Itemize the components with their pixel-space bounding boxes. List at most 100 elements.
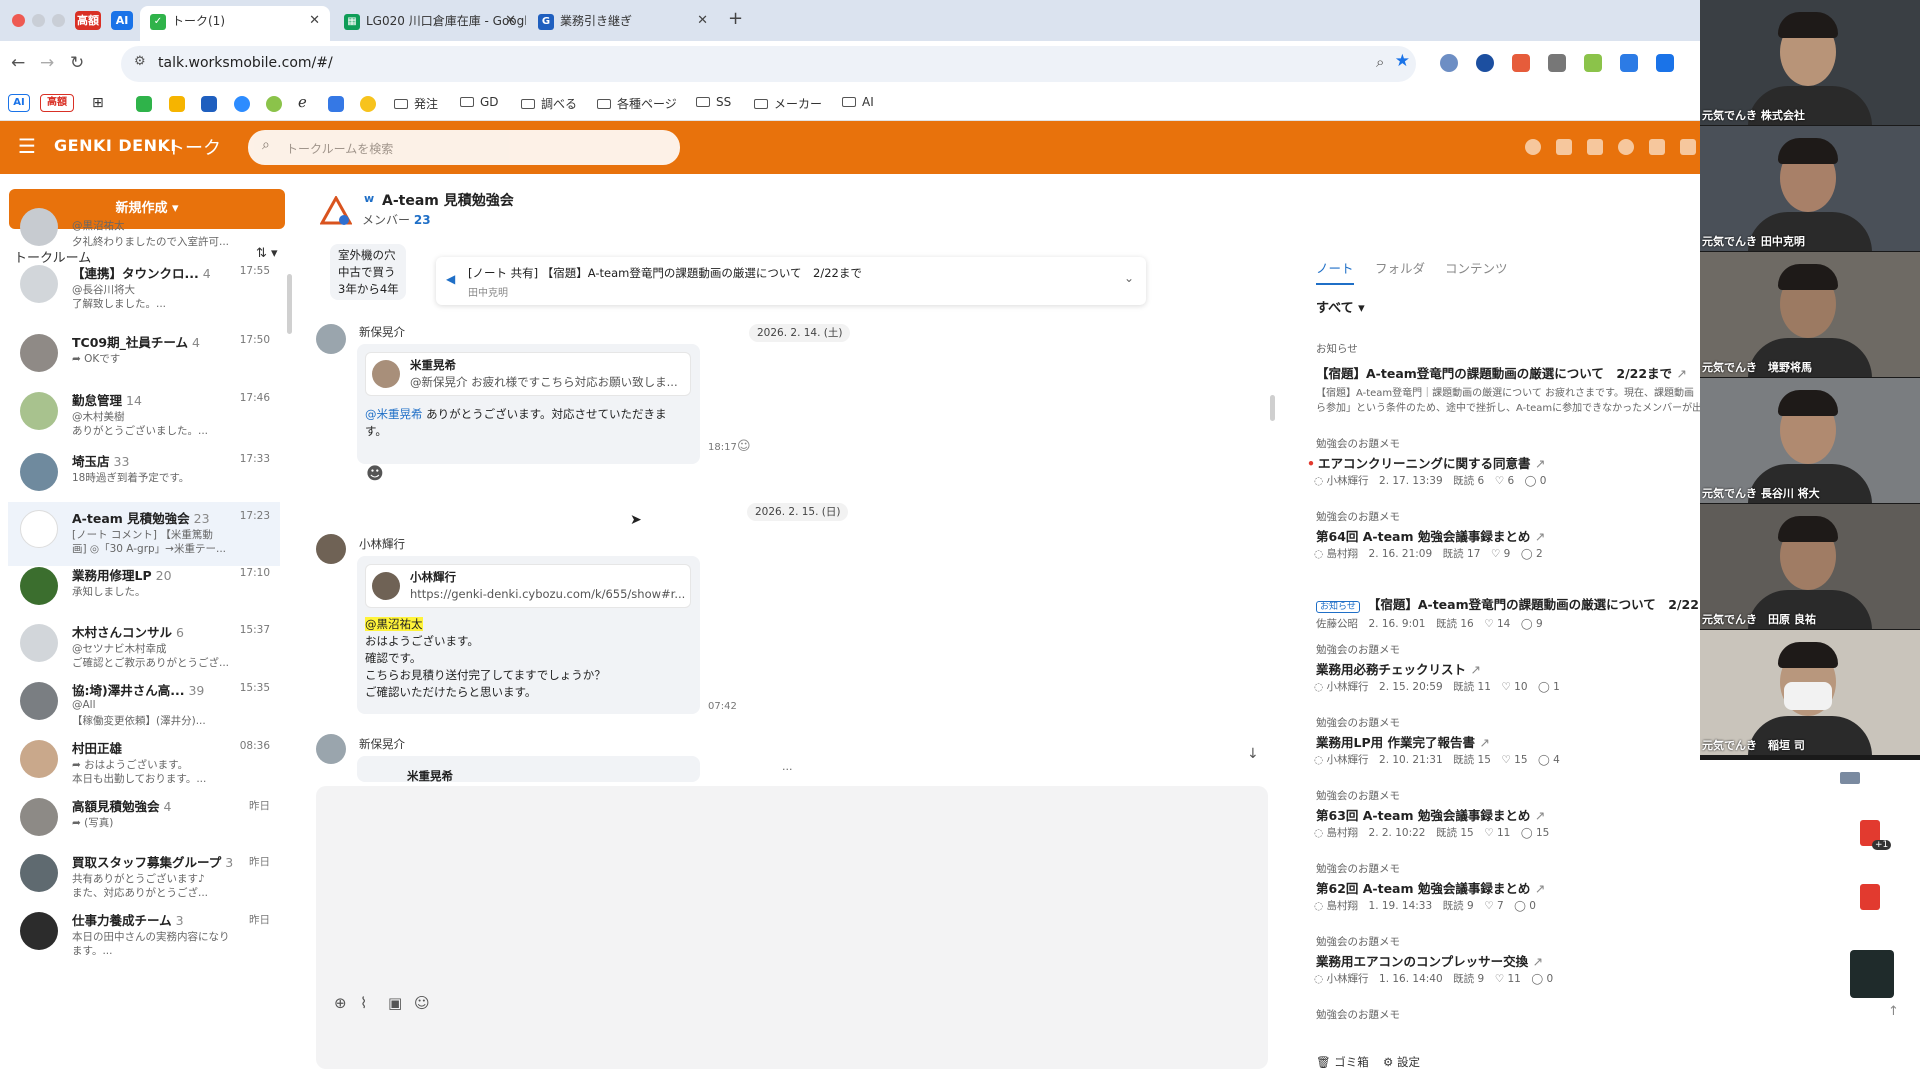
bookmark-yellow-icon[interactable] (169, 96, 185, 112)
extension-globe-icon[interactable] (1440, 54, 1458, 72)
note-title[interactable]: お知らせ 【宿題】A-team登竜門の課題動画の厳選について 2/22まで (1316, 594, 1724, 613)
tab-spreadsheet[interactable]: ▦ LG020 川口倉庫在庫 - Googl ✕ (334, 6, 526, 41)
zoom-icon[interactable]: ⌕ (1376, 53, 1384, 71)
extension-sidepanel-icon[interactable] (1656, 54, 1674, 72)
note-title[interactable]: 業務用エアコンのコンプレッサー交換 ↗ (1316, 951, 1543, 970)
room-item[interactable]: 木村さんコンサル 6 15:37 @セツナビ木村幸成 ご確認とご教示ありがとうござ... (8, 616, 280, 680)
note-title[interactable]: 【宿題】A-team登竜門の課題動画の厳選について 2/22まで ↗ (1316, 363, 1687, 382)
calendar-icon[interactable] (1556, 139, 1572, 155)
new-tab-button[interactable]: + (728, 8, 743, 29)
avatar[interactable] (316, 324, 346, 354)
room-item[interactable]: 埼玉店 33 17:33 18時過ぎ到着予定です。 (8, 445, 280, 509)
more-icon[interactable]: ... (782, 760, 793, 773)
mention[interactable]: @米重晃希 (365, 407, 423, 421)
bookmark-folder-ss[interactable]: SS (696, 95, 731, 109)
forward-icon[interactable]: → (40, 53, 54, 73)
attach-icon[interactable]: ⌇ (360, 994, 367, 1012)
avatar[interactable] (316, 534, 346, 564)
bookmark-zoom-icon[interactable] (234, 96, 250, 112)
pdf-icon[interactable] (1860, 884, 1880, 910)
avatar[interactable] (316, 734, 346, 764)
extension-window-icon[interactable] (1620, 54, 1638, 72)
bookmark-koogaku[interactable]: 高額 (40, 94, 74, 112)
bookmark-box-icon[interactable] (328, 96, 344, 112)
room-item[interactable]: 高額見積勉強会 4 昨日 ➦ (写真) (8, 790, 280, 854)
note-filter-dropdown[interactable]: すべて ▾ (1316, 297, 1365, 316)
reload-icon[interactable]: ↻ (70, 53, 84, 73)
read-status-icon[interactable]: ☻ (366, 464, 384, 484)
reply-quote[interactable]: 小林輝行 https://genki-denki.cybozu.com/k/65… (365, 564, 691, 608)
pinned-tab-koogaku[interactable]: 高額 (75, 11, 101, 30)
room-item[interactable]: @黒沼祐太 夕礼終わりましたので入室許可... (8, 208, 280, 254)
note-title[interactable]: 業務用必務チェックリスト ↗ (1316, 659, 1481, 678)
add-icon[interactable]: ⊕ (334, 994, 347, 1012)
bookmark-folder-pages[interactable]: 各種ページ (597, 95, 677, 112)
video-tile[interactable]: 元気でんき 長谷川 将大 (1700, 378, 1920, 503)
bookmark-e-icon[interactable]: ℯ (298, 93, 307, 111)
scroll-down-icon[interactable]: ↓ (1247, 746, 1259, 762)
bookmark-folder-search[interactable]: 調べる (521, 95, 577, 112)
video-tile[interactable]: 元気でんき 田中克明 (1700, 126, 1920, 251)
close-icon[interactable]: ✕ (505, 6, 516, 36)
doc-icon[interactable] (1840, 772, 1860, 784)
tab-talk[interactable]: ✓ トーク(1) ✕ (140, 6, 330, 41)
message-composer[interactable]: ⊕ ⌇ ▣ ☺ (316, 786, 1268, 1069)
pinned-note-banner[interactable]: ◀ [ノート 共有] 【宿題】A-team登竜門の課題動画の厳選について 2/2… (436, 257, 1146, 305)
extension-circle-icon[interactable] (1476, 54, 1494, 72)
close-window-button[interactable] (12, 14, 25, 27)
room-item[interactable]: 勤怠管理 14 17:46 @木村美樹 ありがとうございました。... (8, 384, 280, 448)
bookmark-leaf-icon[interactable] (266, 96, 282, 112)
video-tile[interactable]: 元気でんき 稲垣 司 (1700, 630, 1920, 755)
reply-quote[interactable]: 米重晃希 @新保晃介 お疲れ様ですこちら対応お願い致しま... (365, 352, 691, 396)
bookmark-ai[interactable]: AI (8, 94, 30, 112)
tab-handover[interactable]: G 業務引き継ぎ ✕ (528, 6, 718, 41)
room-item[interactable]: TC09期_社員チーム 4 17:50 ➦ OKです (8, 326, 280, 390)
contacts-icon[interactable] (1680, 139, 1696, 155)
bookmark-face-icon[interactable] (360, 96, 376, 112)
minimize-window-button[interactable] (32, 14, 45, 27)
bookmark-star-icon[interactable]: ★ (1395, 51, 1410, 71)
room-item[interactable]: 買取スタッフ募集グループ 3 昨日 共有ありがとうございます♪ また、対応ありがとうござ… (8, 846, 280, 910)
video-tile[interactable]: 元気でんき 株式会社 (1700, 0, 1920, 125)
room-item[interactable]: A-team 見積勉強会 23 17:23 [ノート コメント] 【米重篤動 画] ◎「… (8, 502, 280, 566)
note-title[interactable]: 第63回 A-team 勉強会議事録まとめ ↗ (1316, 805, 1545, 824)
room-search-input[interactable]: ⌕ トークルームを検索 (248, 130, 680, 165)
tab-contents[interactable]: コンテンツ (1445, 258, 1508, 277)
tab-notes[interactable]: ノート (1316, 258, 1354, 285)
note-title[interactable]: 第62回 A-team 勉強会議事録まとめ ↗ (1316, 878, 1545, 897)
room-item[interactable]: 業務用修理LP 20 17:10 承知しました。 (8, 559, 280, 623)
member-count[interactable]: メンバー 23 (362, 211, 431, 228)
tab-folders[interactable]: フォルダ (1375, 258, 1425, 277)
video-tile[interactable]: 元気でんき 境野将馬 (1700, 252, 1920, 377)
chat-icon[interactable] (1525, 139, 1541, 155)
board-icon[interactable] (1587, 139, 1603, 155)
back-icon[interactable]: ← (11, 53, 25, 73)
chat-scrollbar[interactable] (1270, 395, 1275, 421)
room-list-scrollbar[interactable] (287, 274, 292, 334)
bookmark-folder-ai[interactable]: AI (842, 95, 874, 109)
url-field[interactable]: ⚙ talk.worksmobile.com/#/ ⌕ ★ (121, 46, 1416, 82)
mention[interactable]: @黒沼祐太 (365, 617, 423, 631)
close-icon[interactable]: ✕ (309, 6, 320, 36)
maximize-window-button[interactable] (52, 14, 65, 27)
bookmark-g-icon[interactable] (201, 96, 217, 112)
emoji-reaction-icon[interactable]: ☺ (737, 439, 751, 454)
bookmark-line-icon[interactable] (136, 96, 152, 112)
video-tile[interactable]: 元気でんき 田原 良祐 (1700, 504, 1920, 629)
close-icon[interactable]: ✕ (697, 6, 708, 36)
settings-button[interactable]: ⚙ 設定 (1383, 1054, 1420, 1070)
room-item[interactable]: 村田正雄 08:36 ➦ おはようございます。 本日も出勤しております。... (8, 732, 280, 796)
trash-button[interactable]: 🗑 ゴミ箱 (1316, 1054, 1369, 1070)
drive-icon[interactable] (1649, 139, 1665, 155)
bookmark-folder-gd[interactable]: GD (460, 95, 499, 109)
note-title[interactable]: • エアコンクリーニングに関する同意書 ↗ (1307, 453, 1545, 472)
bookmark-folder-maker[interactable]: メーカー (754, 95, 822, 112)
extension-leaf-icon[interactable] (1584, 54, 1602, 72)
note-title[interactable]: 第64回 A-team 勉強会議事録まとめ ↗ (1316, 526, 1545, 545)
bookmark-folder-order[interactable]: 発注 (394, 95, 438, 112)
extension-badge-icon[interactable] (1548, 54, 1566, 72)
room-item[interactable]: 協:埼)澤井さん高... 39 15:35 @All 【稼働変更依頼】(澤井分)... (8, 674, 280, 738)
room-item[interactable]: 【連携】タウンクロ... 4 17:55 @長谷川将大 了解致しました。... (8, 257, 280, 321)
task-icon[interactable] (1618, 139, 1634, 155)
scroll-up-icon[interactable]: ↑ (1888, 1004, 1899, 1019)
